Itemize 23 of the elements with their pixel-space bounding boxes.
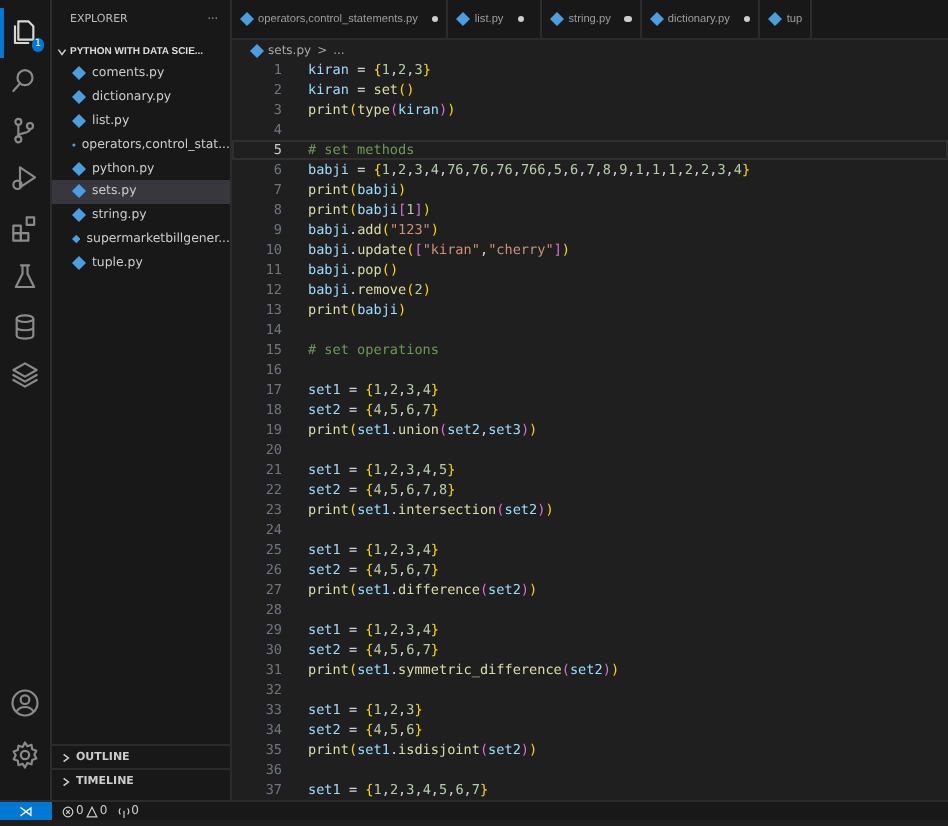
unsaved-dot — [431, 15, 439, 23]
python-file-icon — [456, 12, 471, 26]
python-file-icon — [768, 12, 783, 26]
layers-icon — [10, 360, 40, 391]
error-icon — [62, 805, 74, 817]
unsaved-dot — [624, 15, 632, 23]
antenna-icon — [117, 805, 130, 817]
blocks-icon — [10, 213, 40, 244]
play-bug-icon — [10, 164, 40, 195]
chevron-icon — [56, 45, 68, 57]
search-icon — [10, 66, 40, 97]
files-icon — [10, 17, 40, 48]
settings-icon[interactable] — [10, 739, 40, 769]
unsaved-dot — [517, 15, 525, 23]
python-file-icon — [550, 12, 565, 26]
flask-icon — [10, 262, 40, 293]
database-icon — [10, 311, 40, 342]
unsaved-dot — [743, 15, 751, 23]
branch-icon — [10, 115, 40, 146]
account-icon[interactable] — [10, 687, 40, 717]
python-file-icon — [240, 12, 254, 26]
python-file-icon — [649, 12, 664, 26]
warning-icon — [85, 805, 98, 817]
